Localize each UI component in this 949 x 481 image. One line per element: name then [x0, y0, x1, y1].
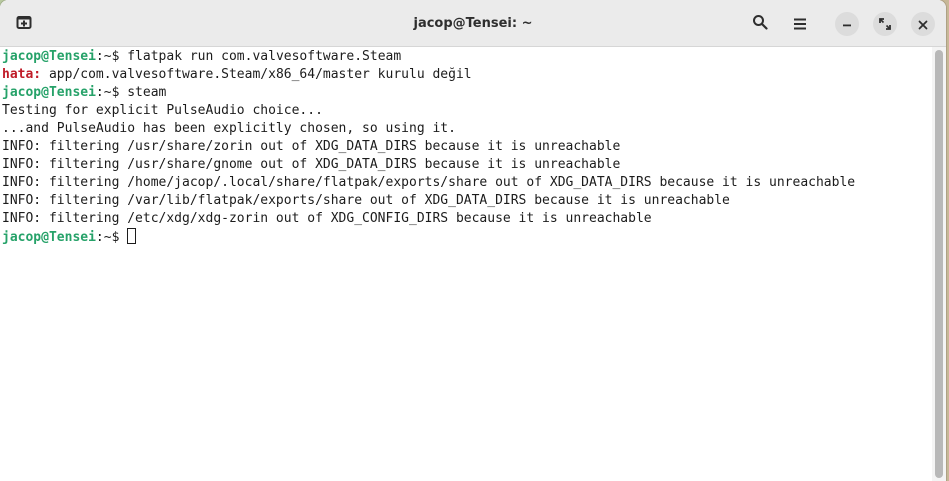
search-icon [752, 14, 768, 34]
maximize-button[interactable] [873, 12, 897, 36]
terminal-line: hata: app/com.valvesoftware.Steam/x86_64… [2, 66, 932, 84]
scrollbar[interactable] [932, 47, 946, 481]
terminal-line: INFO: filtering /var/lib/flatpak/exports… [2, 193, 730, 208]
scrollbar-thumb[interactable] [935, 50, 943, 478]
maximize-icon [879, 15, 891, 34]
terminal-line: Testing for explicit PulseAudio choice..… [2, 103, 323, 118]
error-label: hata: [2, 67, 42, 82]
terminal-line: INFO: filtering /usr/share/gnome out of … [2, 157, 621, 172]
minimize-icon [842, 15, 852, 34]
headerbar: jacop@Tensei: ~ [0, 0, 946, 47]
prompt-user: jacop@Tensei [2, 230, 96, 245]
command-text: flatpak run com.valvesoftware.Steam [127, 49, 402, 64]
menu-button[interactable] [786, 10, 814, 38]
search-button[interactable] [746, 10, 774, 38]
terminal-line: jacop@Tensei:~$ steam [2, 84, 932, 102]
prompt-user: jacop@Tensei [2, 85, 96, 100]
hamburger-menu-icon [793, 15, 807, 34]
prompt-path: :~$ [95, 230, 128, 245]
prompt-path: :~$ [95, 49, 128, 64]
close-icon [918, 15, 928, 34]
terminal-line: jacop@Tensei:~$ [2, 228, 932, 246]
terminal-output[interactable]: jacop@Tensei:~$ flatpak run com.valvesof… [0, 47, 932, 481]
command-text: steam [127, 85, 167, 100]
terminal-line: INFO: filtering /etc/xdg/xdg-zorin out o… [2, 211, 652, 226]
text-cursor [127, 228, 137, 244]
output-text: app/com.valvesoftware.Steam/x86_64/maste… [41, 67, 472, 82]
terminal-line: ...and PulseAudio has been explicitly ch… [2, 121, 456, 136]
terminal-window: jacop@Tensei: ~ jacop@Tensei:~$ flatpak … [0, 0, 946, 481]
minimize-button[interactable] [835, 12, 859, 36]
terminal-line: jacop@Tensei:~$ flatpak run com.valvesof… [2, 48, 932, 66]
close-button[interactable] [911, 12, 935, 36]
prompt-user: jacop@Tensei [2, 49, 96, 64]
prompt-path: :~$ [95, 85, 128, 100]
terminal-line: INFO: filtering /home/jacop/.local/share… [2, 175, 856, 190]
terminal-line: INFO: filtering /usr/share/zorin out of … [2, 139, 621, 154]
